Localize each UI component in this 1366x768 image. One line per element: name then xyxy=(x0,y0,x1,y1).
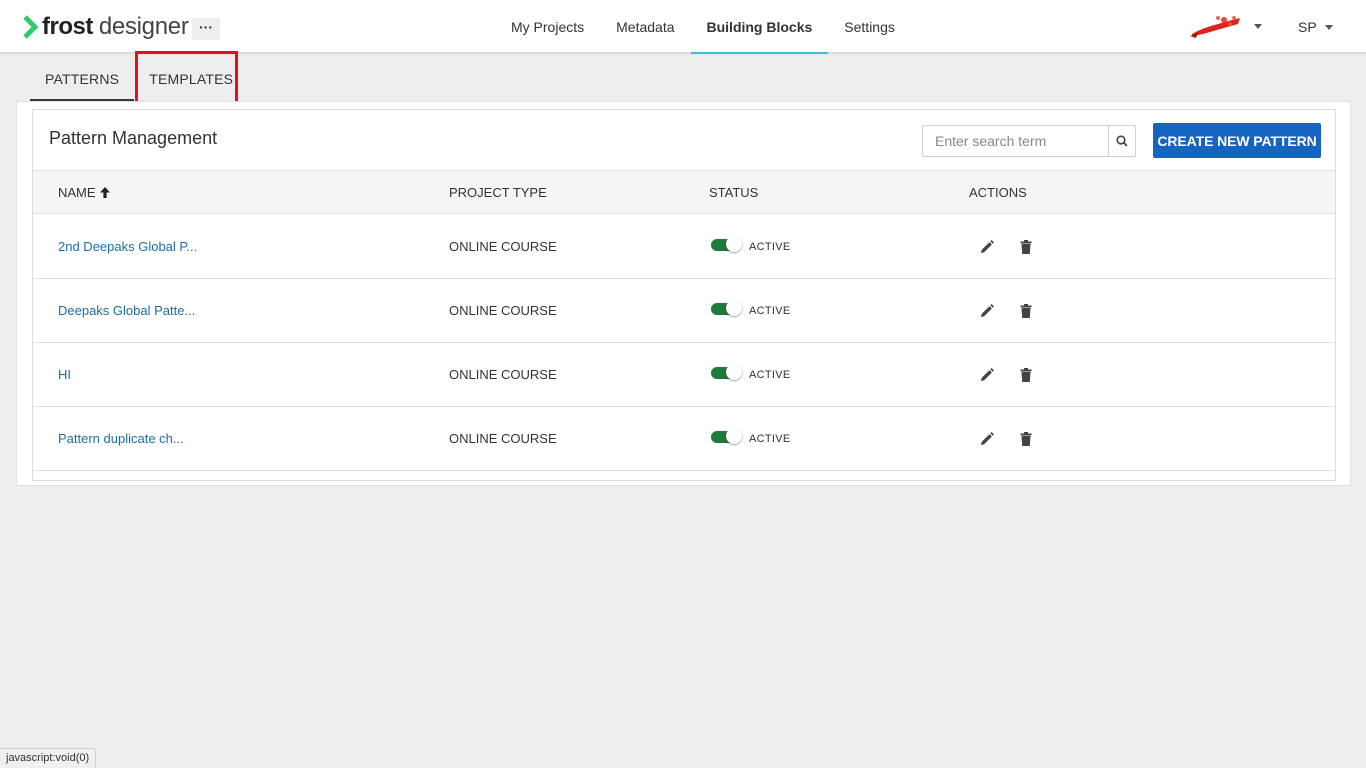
user-initials: SP xyxy=(1298,19,1317,35)
table-header: NAME PROJECT TYPE STATUS ACTIONS xyxy=(33,170,1335,214)
logo-text-light: designer xyxy=(98,13,189,40)
column-name-header[interactable]: NAME xyxy=(58,185,111,200)
pattern-name-link[interactable]: Deepaks Global Patte... xyxy=(58,303,195,318)
top-header: frost designer ··· My Projects Metadata … xyxy=(0,0,1366,54)
pattern-name-link[interactable]: 2nd Deepaks Global P... xyxy=(58,239,197,254)
search-icon xyxy=(1116,135,1128,147)
edit-pencil-icon[interactable] xyxy=(979,239,995,255)
status-toggle[interactable] xyxy=(711,300,742,316)
chevron-down-icon xyxy=(1324,24,1333,30)
project-type: ONLINE COURSE xyxy=(449,431,557,446)
delete-trash-icon[interactable] xyxy=(1018,367,1034,383)
tab-patterns[interactable]: PATTERNS xyxy=(30,56,135,102)
table-row: Pattern duplicate ch... ONLINE COURSE AC… xyxy=(33,407,1335,471)
table-row: 2nd Deepaks Global P... ONLINE COURSE AC… xyxy=(33,215,1335,279)
edit-pencil-icon[interactable] xyxy=(979,367,995,383)
status-label: ACTIVE xyxy=(749,433,791,445)
pattern-management-card: Pattern Management CREATE NEW PATTERN NA… xyxy=(16,101,1351,486)
status-label: ACTIVE xyxy=(749,241,791,253)
delete-trash-icon[interactable] xyxy=(1018,431,1034,447)
column-project-type-header: PROJECT TYPE xyxy=(449,185,547,200)
avatar-logo-icon xyxy=(1190,16,1240,38)
column-status-header: STATUS xyxy=(709,185,759,200)
pattern-name-link[interactable]: HI xyxy=(58,367,71,382)
status-toggle[interactable] xyxy=(711,236,742,252)
pattern-panel: Pattern Management CREATE NEW PATTERN NA… xyxy=(32,109,1336,481)
create-new-pattern-button[interactable]: CREATE NEW PATTERN xyxy=(1153,123,1321,158)
project-type: ONLINE COURSE xyxy=(449,239,557,254)
search-input[interactable] xyxy=(923,126,1108,156)
status-toggle[interactable] xyxy=(711,428,742,444)
sub-tabs: PATTERNS TEMPLATES xyxy=(30,56,248,102)
nav-building-blocks[interactable]: Building Blocks xyxy=(690,0,829,54)
nav-metadata[interactable]: Metadata xyxy=(600,0,690,53)
brand-avatar-menu[interactable] xyxy=(1188,12,1262,40)
edit-pencil-icon[interactable] xyxy=(979,303,995,319)
status-label: ACTIVE xyxy=(749,369,791,381)
chevron-down-icon xyxy=(1254,23,1262,29)
project-type: ONLINE COURSE xyxy=(449,303,557,318)
table-row: Deepaks Global Patte... ONLINE COURSE AC… xyxy=(33,279,1335,343)
project-type: ONLINE COURSE xyxy=(449,367,557,382)
frost-designer-logo[interactable]: frost designer xyxy=(22,13,189,41)
browser-status-bar: javascript:void(0) xyxy=(0,748,97,768)
nav-my-projects[interactable]: My Projects xyxy=(495,0,600,53)
nav-settings[interactable]: Settings xyxy=(828,0,911,53)
user-menu[interactable]: SP xyxy=(1298,19,1333,35)
table-row: HI ONLINE COURSE ACTIVE xyxy=(33,343,1335,407)
page-title: Pattern Management xyxy=(49,128,218,148)
edit-pencil-icon[interactable] xyxy=(979,431,995,447)
search-box xyxy=(922,125,1136,157)
main-nav: My Projects Metadata Building Blocks Set… xyxy=(495,0,911,54)
delete-trash-icon[interactable] xyxy=(1018,239,1034,255)
status-label: ACTIVE xyxy=(749,305,791,317)
delete-trash-icon[interactable] xyxy=(1018,303,1034,319)
logo-text-strong: frost xyxy=(42,13,93,40)
pattern-name-link[interactable]: Pattern duplicate ch... xyxy=(58,431,184,446)
more-options-button[interactable]: ··· xyxy=(192,18,220,40)
tab-templates[interactable]: TEMPLATES xyxy=(134,56,248,102)
arrow-up-icon xyxy=(99,187,110,198)
status-toggle[interactable] xyxy=(711,364,742,380)
search-button[interactable] xyxy=(1108,126,1135,156)
column-name-label: NAME xyxy=(58,185,96,200)
logo-chevron-icon xyxy=(23,15,39,39)
column-actions-header: ACTIONS xyxy=(969,185,1027,200)
